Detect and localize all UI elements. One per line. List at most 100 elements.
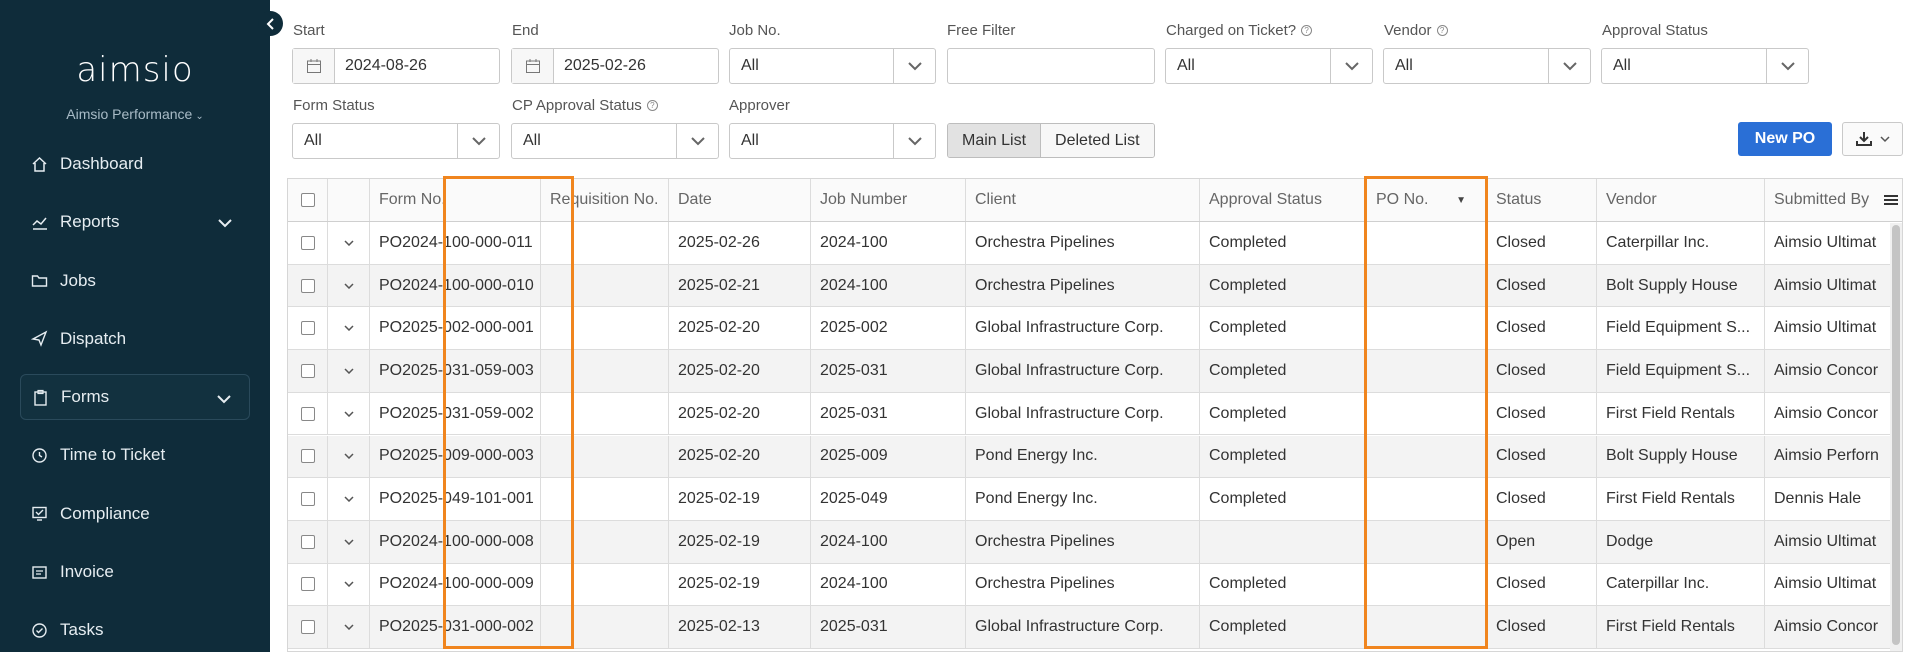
cell-form-no[interactable]: PO2024-100-000-008 xyxy=(370,520,541,563)
scrollbar-thumb[interactable] xyxy=(1892,225,1900,645)
table-row[interactable]: PO2025-031-000-002 2025-02-13 2025-031 Glob… xyxy=(288,606,1902,649)
table-row[interactable]: PO2024-100-000-011 2025-02-26 2024-100 Orch… xyxy=(288,222,1902,265)
expand-row-button[interactable] xyxy=(328,435,370,478)
table-row[interactable]: PO2025-002-000-001 2025-02-20 2025-002 Glob… xyxy=(288,307,1902,351)
sidebar-item-reports[interactable]: Reports xyxy=(20,199,250,245)
cell-submitted-by: Aimsio Ultimat xyxy=(1774,276,1877,294)
end-date-field[interactable]: 2025-02-26 xyxy=(511,48,719,84)
column-header-approval-status[interactable]: Approval Status xyxy=(1200,179,1367,221)
expand-row-button[interactable] xyxy=(328,264,370,307)
expand-row-button[interactable] xyxy=(328,563,370,606)
sidebar-item-invoice[interactable]: Invoice xyxy=(20,549,250,595)
row-checkbox[interactable] xyxy=(288,350,328,392)
expand-row-button[interactable] xyxy=(328,392,370,435)
table-scrollbar[interactable] xyxy=(1890,223,1902,651)
column-header-status[interactable]: Status xyxy=(1487,179,1597,221)
cell-form-no[interactable]: PO2025-031-000-002 xyxy=(370,606,541,648)
expand-row-button[interactable] xyxy=(328,350,370,392)
cell-form-no[interactable]: PO2025-031-059-002 xyxy=(370,392,541,435)
cell-form-no[interactable]: PO2025-031-059-003 xyxy=(370,350,541,392)
row-checkbox[interactable] xyxy=(288,264,328,307)
deleted-list-button[interactable]: Deleted List xyxy=(1041,124,1154,157)
column-header-po-no[interactable]: PO No. ▼ xyxy=(1367,179,1487,221)
sidebar-item-dashboard[interactable]: Dashboard xyxy=(20,141,250,187)
row-checkbox[interactable] xyxy=(288,435,328,478)
vendor-text: Vendor xyxy=(1384,22,1432,39)
sidebar-item-forms[interactable]: Forms xyxy=(20,374,250,421)
free-filter-input[interactable] xyxy=(947,48,1155,84)
sidebar-item-dispatch[interactable]: Dispatch xyxy=(20,316,250,362)
collapse-sidebar-button[interactable] xyxy=(258,11,283,36)
sidebar-item-tasks[interactable]: Tasks xyxy=(20,607,250,653)
help-icon[interactable]: ? xyxy=(1436,25,1448,36)
org-switcher[interactable]: Aimsio Performance ⌄ xyxy=(0,106,270,122)
table-row[interactable]: PO2024-100-000-009 2025-02-19 2024-100 Orch… xyxy=(288,563,1902,607)
vendor-select[interactable]: All xyxy=(1383,48,1591,84)
cell-date: 2025-02-26 xyxy=(669,222,811,264)
help-icon[interactable]: ? xyxy=(646,100,658,111)
chevron-down-icon xyxy=(893,124,935,158)
sidebar-item-jobs[interactable]: Jobs xyxy=(20,258,250,304)
row-checkbox[interactable] xyxy=(288,520,328,563)
column-header-form-no[interactable]: Form No. xyxy=(370,179,541,221)
select-all-checkbox[interactable] xyxy=(288,179,328,221)
row-checkbox[interactable] xyxy=(288,222,328,264)
table-row[interactable]: PO2024-100-000-010 2025-02-21 2024-100 Orch… xyxy=(288,264,1902,308)
main-list-button[interactable]: Main List xyxy=(948,124,1042,157)
column-header-vendor[interactable]: Vendor xyxy=(1597,179,1765,221)
aimsio-logo[interactable]: aimsio xyxy=(0,50,270,90)
table-row[interactable]: PO2025-049-101-001 2025-02-19 2025-049 Pond… xyxy=(288,478,1902,521)
column-header-submitted-by[interactable]: Submitted By xyxy=(1765,179,1878,221)
clipboard-icon xyxy=(31,388,49,406)
cell-form-no[interactable]: PO2025-049-101-001 xyxy=(370,478,541,520)
cell-form-no[interactable]: PO2024-100-000-011 xyxy=(370,222,541,264)
job-no-select[interactable]: All xyxy=(729,48,936,84)
approval-status-select[interactable]: All xyxy=(1601,48,1809,84)
sidebar-nav: Dashboard Reports Jobs Dispatch Forms Time to… xyxy=(20,141,250,666)
cell-form-no[interactable]: PO2024-100-000-010 xyxy=(370,264,541,307)
start-date-field[interactable]: 2024-08-26 xyxy=(292,48,500,84)
vendor-value: All xyxy=(1395,57,1413,74)
column-menu-icon[interactable] xyxy=(1878,179,1902,221)
column-header-date[interactable]: Date xyxy=(669,179,811,221)
column-header-job-number[interactable]: Job Number xyxy=(811,179,966,221)
table-row[interactable]: PO2025-031-059-002 2025-02-20 2025-031 Glob… xyxy=(288,392,1902,436)
sidebar-item-time-to-ticket[interactable]: Time to Ticket xyxy=(20,432,250,478)
row-checkbox[interactable] xyxy=(288,606,328,648)
cell-status: Open xyxy=(1487,520,1597,563)
column-header-requisition-no[interactable]: Requisition No. xyxy=(541,179,669,221)
help-icon[interactable]: ? xyxy=(1301,25,1313,36)
cell-requisition-no xyxy=(541,563,669,606)
chevron-down-icon xyxy=(893,49,935,83)
approver-select[interactable]: All xyxy=(729,123,936,159)
cp-approval-status-select[interactable]: All xyxy=(511,123,719,159)
expand-row-button[interactable] xyxy=(328,307,370,350)
row-checkbox[interactable] xyxy=(288,478,328,520)
cell-form-no[interactable]: PO2025-002-000-001 xyxy=(370,307,541,350)
expand-row-button[interactable] xyxy=(328,222,370,264)
cell-job-number: 2025-031 xyxy=(811,392,966,435)
charged-on-ticket-select[interactable]: All xyxy=(1165,48,1373,84)
expand-row-button[interactable] xyxy=(328,606,370,648)
cell-form-no[interactable]: PO2024-100-000-009 xyxy=(370,563,541,606)
cell-form-no[interactable]: PO2025-009-000-003 xyxy=(370,435,541,478)
form-status-select[interactable]: All xyxy=(292,123,500,159)
column-header-client[interactable]: Client xyxy=(966,179,1200,221)
table-row[interactable]: PO2025-009-000-003 2025-02-20 2025-009 Pond… xyxy=(288,435,1902,479)
approver-label: Approver xyxy=(729,97,790,114)
cell-client: Orchestra Pipelines xyxy=(966,563,1200,606)
cell-client: Pond Energy Inc. xyxy=(966,435,1200,478)
table-row[interactable]: PO2025-031-059-003 2025-02-20 2025-031 Glob… xyxy=(288,350,1902,393)
sidebar-item-compliance[interactable]: Compliance xyxy=(20,491,250,537)
sidebar: aimsio Aimsio Performance ⌄ Dashboard Repo… xyxy=(0,0,270,652)
sort-desc-icon[interactable]: ▼ xyxy=(1456,195,1466,206)
row-checkbox[interactable] xyxy=(288,392,328,435)
table-row[interactable]: PO2024-100-000-008 2025-02-19 2024-100 Orch… xyxy=(288,520,1902,564)
row-checkbox[interactable] xyxy=(288,307,328,350)
row-checkbox[interactable] xyxy=(288,563,328,606)
expand-row-button[interactable] xyxy=(328,478,370,520)
download-button[interactable] xyxy=(1842,122,1903,156)
new-po-button[interactable]: New PO xyxy=(1738,122,1832,156)
expand-row-button[interactable] xyxy=(328,520,370,563)
chevron-down-icon xyxy=(343,283,354,289)
